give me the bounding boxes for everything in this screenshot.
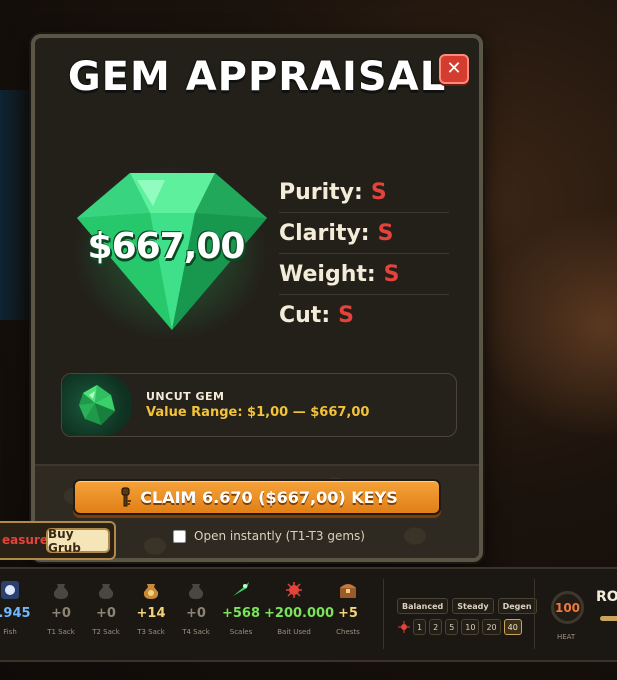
attribute-grade: S xyxy=(370,179,387,205)
claim-keys-label: CLAIM 6.670 ($667,00) KEYS xyxy=(140,487,398,507)
stat-label: Chests xyxy=(336,628,360,636)
divider xyxy=(383,579,384,649)
heat-gauge: 100 xyxy=(551,591,584,624)
attribute-grade: S xyxy=(383,261,400,287)
stat-chests: +5 Chests xyxy=(318,579,378,636)
chest-icon xyxy=(318,579,378,601)
open-instantly-label: Open instantly (T1-T3 gems) xyxy=(194,529,365,543)
bottom-stats-bar: 9.945 Fish +0 T1 Sack +0 T2 Sack +14 T3 … xyxy=(0,567,617,662)
attribute-label: Clarity: xyxy=(279,220,370,246)
stat-scales: +568 Scales xyxy=(211,579,271,636)
attribute-label: Purity: xyxy=(279,179,363,205)
stat-label: Bait Used xyxy=(277,628,311,636)
uncut-gem-value-range: Value Range: $1,00 — $667,00 xyxy=(146,405,370,420)
claim-keys-button[interactable]: CLAIM 6.670 ($667,00) KEYS xyxy=(73,479,441,515)
attribute-list: Purity: S Clarity: S Weight: S Cut: S xyxy=(279,172,449,336)
treasure-widget: easure Buy Grub xyxy=(0,521,116,560)
treasure-label: easure xyxy=(2,533,48,547)
attribute-purity: Purity: S xyxy=(279,172,449,213)
bait-small-icon xyxy=(398,621,410,633)
mode-tabs: Balanced Steady Degen xyxy=(397,598,537,614)
attribute-cut: Cut: S xyxy=(279,295,449,336)
uncut-gem-icon xyxy=(79,385,115,425)
bait-icon xyxy=(264,579,324,601)
attribute-label: Cut: xyxy=(279,303,331,328)
attribute-weight: Weight: S xyxy=(279,254,449,295)
mode-degen[interactable]: Degen xyxy=(497,598,537,614)
uncut-gem-name: UNCUT GEM xyxy=(146,390,225,403)
roll-slider[interactable] xyxy=(600,616,617,621)
roll-label: ROL xyxy=(596,589,617,605)
stat-value: +200.000 xyxy=(264,606,335,621)
multiplier-row: 1 2 5 10 20 40 xyxy=(398,619,522,635)
attribute-grade: S xyxy=(377,220,394,246)
close-button[interactable]: ✕ xyxy=(439,54,469,84)
stat-bait-used: +200.000 Bait Used xyxy=(264,579,335,636)
stat-value: +568 xyxy=(221,606,261,621)
multiplier-10[interactable]: 10 xyxy=(461,619,480,635)
gem-value: $667,00 xyxy=(87,226,246,267)
scales-icon xyxy=(211,579,271,601)
multiplier-20[interactable]: 20 xyxy=(482,619,501,635)
background-right-glow xyxy=(477,210,617,440)
divider xyxy=(534,579,535,649)
uncut-gem-icon-wrap xyxy=(62,374,132,436)
modal-title: GEM APPRAISAL xyxy=(67,54,447,100)
open-instantly-checkbox[interactable] xyxy=(173,529,186,543)
mode-steady[interactable]: Steady xyxy=(452,598,494,614)
key-icon xyxy=(121,487,132,507)
stat-label: Scales xyxy=(229,628,253,636)
mode-balanced[interactable]: Balanced xyxy=(397,598,449,614)
stat-value: +5 xyxy=(338,606,358,621)
multiplier-2[interactable]: 2 xyxy=(429,619,443,635)
buy-grub-button[interactable]: Buy Grub xyxy=(46,527,110,555)
close-icon: ✕ xyxy=(446,58,462,79)
uncut-gem-panel: UNCUT GEM Value Range: $1,00 — $667,00 xyxy=(61,373,457,437)
multiplier-1[interactable]: 1 xyxy=(413,619,427,635)
multiplier-5[interactable]: 5 xyxy=(445,619,459,635)
attribute-clarity: Clarity: S xyxy=(279,213,449,254)
multiplier-40[interactable]: 40 xyxy=(503,619,522,635)
attribute-grade: S xyxy=(338,303,354,328)
attribute-label: Weight: xyxy=(279,261,376,287)
heat-label: HEAT xyxy=(557,633,576,641)
gem-appraisal-modal: GEM APPRAISAL ✕ $667,00 Purity: S Clarit… xyxy=(31,34,483,562)
open-instantly-row[interactable]: Open instantly (T1-T3 gems) xyxy=(173,527,365,545)
